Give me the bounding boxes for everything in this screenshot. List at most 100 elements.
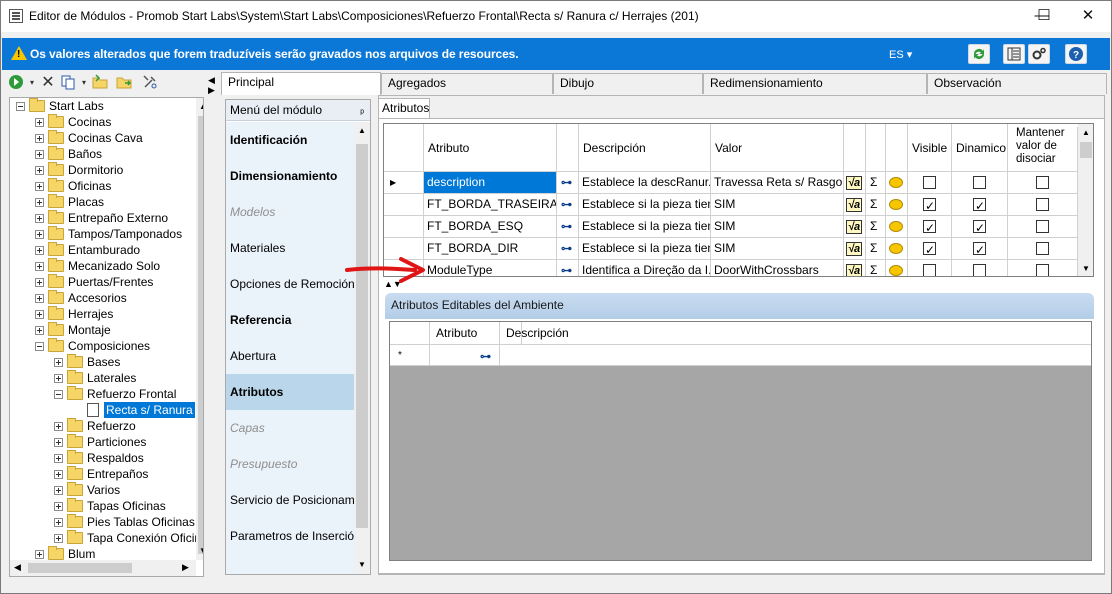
attributes-grid[interactable]: Atributo Descripción Valor Visible Dinam… — [383, 123, 1094, 277]
expand-icon[interactable] — [35, 134, 44, 143]
description-cell[interactable]: Establece si la pieza tien... — [579, 194, 711, 216]
value-cell[interactable]: SIM — [711, 216, 844, 238]
row-header[interactable]: ▶ — [384, 172, 424, 194]
folder-move-icon[interactable] — [115, 74, 133, 92]
formula-icon[interactable]: √a — [844, 238, 866, 260]
expand-icon[interactable] — [54, 518, 63, 527]
env-new-description-cell[interactable] — [500, 345, 1090, 365]
panel-splitter[interactable]: ◀ ▶ — [207, 73, 215, 578]
visible-checkbox[interactable] — [923, 196, 936, 215]
help-icon[interactable]: ? — [1065, 44, 1087, 64]
attribute-cell[interactable]: FT_BORDA_TRASEIRA — [424, 194, 557, 216]
expand-icon[interactable] — [35, 246, 44, 255]
expand-icon[interactable] — [54, 534, 63, 543]
formula-icon[interactable]: √a — [844, 216, 866, 238]
env-header-description[interactable]: Descripción — [500, 322, 1090, 344]
expand-icon[interactable] — [35, 198, 44, 207]
pin-icon[interactable]: ᵖ — [360, 104, 364, 124]
keep-value-checkbox[interactable] — [1036, 242, 1049, 255]
formula-icon[interactable]: √a — [844, 260, 866, 276]
comment-icon[interactable] — [886, 216, 908, 238]
scroll-down-icon[interactable]: ▼ — [199, 546, 203, 555]
menu-item[interactable]: Servicio de Posicionamiento — [226, 482, 354, 518]
row-header[interactable] — [384, 194, 424, 216]
sum-icon[interactable]: Σ — [866, 216, 886, 238]
visible-checkbox[interactable] — [923, 176, 936, 189]
value-cell[interactable]: Travessa Reta s/ Rasgo — [711, 172, 844, 194]
collapse-icon[interactable] — [54, 390, 63, 399]
collapse-right-icon[interactable]: ▶ — [208, 85, 215, 96]
description-cell[interactable]: Establece la descRanur... — [579, 172, 711, 194]
scroll-up-icon[interactable]: ▲ — [358, 126, 366, 135]
menu-item[interactable]: Atributos — [226, 374, 354, 410]
dynamic-checkbox[interactable] — [973, 240, 986, 259]
header-description[interactable]: Descripción — [579, 124, 711, 172]
expand-icon[interactable] — [35, 310, 44, 319]
expand-icon[interactable] — [35, 166, 44, 175]
keep-value-checkbox[interactable] — [1036, 220, 1049, 233]
header-value[interactable]: Valor — [711, 124, 844, 172]
description-cell[interactable]: Identifica a Direção da I... — [579, 260, 711, 276]
header-attribute[interactable]: Atributo — [424, 124, 557, 172]
tree-hscroll-thumb[interactable] — [28, 563, 132, 573]
tab-agregados[interactable]: Agregados — [381, 73, 553, 94]
tree-vertical-scrollbar[interactable]: ▲ ▼ — [196, 98, 203, 560]
collapse-icon[interactable] — [16, 102, 25, 111]
comment-icon[interactable] — [886, 172, 908, 194]
folder-add-icon[interactable] — [91, 74, 109, 92]
scroll-right-icon[interactable]: ▶ — [182, 562, 189, 573]
tab-atributos[interactable]: Atributos — [378, 98, 430, 118]
expand-icon[interactable] — [35, 150, 44, 159]
scroll-down-icon[interactable]: ▼ — [1082, 264, 1090, 273]
menu-item[interactable]: Materiales — [226, 230, 354, 266]
binoculars-icon[interactable]: ⊶ — [557, 172, 579, 194]
binoculars-icon[interactable]: ⊶ — [557, 216, 579, 238]
env-header-attribute[interactable]: Atributo — [430, 322, 500, 344]
formula-icon[interactable]: √a — [844, 172, 866, 194]
tab-dibujo[interactable]: Dibujo — [553, 73, 703, 94]
menu-item[interactable]: Referencia — [226, 302, 354, 338]
binoculars-icon[interactable]: ⊶ — [557, 260, 579, 276]
menu-item[interactable]: Parametros de Inserción — [226, 518, 354, 554]
attribute-cell[interactable]: description — [424, 172, 557, 194]
sum-icon[interactable]: Σ — [866, 194, 886, 216]
scroll-left-icon[interactable]: ◀ — [14, 562, 21, 573]
menu-scroll-thumb[interactable] — [356, 144, 368, 528]
dynamic-checkbox[interactable] — [973, 176, 986, 189]
keep-value-checkbox[interactable] — [1036, 264, 1049, 276]
scroll-down-icon[interactable]: ▼ — [358, 560, 366, 569]
sum-icon[interactable]: Σ — [866, 260, 886, 276]
description-cell[interactable]: Establece si la pieza tien... — [579, 216, 711, 238]
close-button[interactable]: ✕ — [1065, 1, 1111, 32]
settings-gears-icon[interactable] — [1028, 44, 1050, 64]
keep-value-checkbox[interactable] — [1036, 198, 1049, 211]
menu-vertical-scrollbar[interactable]: ▲ ▼ — [354, 122, 370, 574]
expand-icon[interactable] — [54, 470, 63, 479]
expand-icon[interactable] — [35, 278, 44, 287]
keep-value-checkbox[interactable] — [1036, 176, 1049, 189]
expand-icon[interactable] — [35, 214, 44, 223]
dynamic-checkbox[interactable] — [973, 264, 986, 276]
language-dropdown[interactable]: ES ▾ — [889, 48, 912, 61]
grid-vertical-scrollbar[interactable]: ▲ ▼ — [1078, 124, 1093, 276]
expand-icon[interactable] — [35, 262, 44, 271]
value-cell[interactable]: SIM — [711, 194, 844, 216]
comment-icon[interactable] — [886, 238, 908, 260]
tab-redimensionamiento[interactable]: Redimensionamiento — [703, 73, 927, 94]
value-cell[interactable]: SIM — [711, 238, 844, 260]
expand-icon[interactable] — [54, 454, 63, 463]
expand-icon[interactable] — [35, 326, 44, 335]
expand-icon[interactable] — [35, 550, 44, 559]
menu-item[interactable]: Opciones de Remoción — [226, 266, 354, 302]
expand-icon[interactable] — [35, 118, 44, 127]
expand-icon[interactable] — [35, 182, 44, 191]
expand-icon[interactable] — [54, 374, 63, 383]
formula-icon[interactable]: √a — [844, 194, 866, 216]
dynamic-checkbox[interactable] — [973, 196, 986, 215]
expand-icon[interactable] — [54, 438, 63, 447]
attribute-cell[interactable]: FT_BORDA_DIR — [424, 238, 557, 260]
grid-scroll-thumb[interactable] — [1080, 142, 1092, 158]
tab-observacion[interactable]: Observación — [927, 73, 1107, 94]
expand-icon[interactable] — [54, 502, 63, 511]
environment-attributes-grid[interactable]: Atributo Descripción * ⊶ — [389, 321, 1092, 561]
